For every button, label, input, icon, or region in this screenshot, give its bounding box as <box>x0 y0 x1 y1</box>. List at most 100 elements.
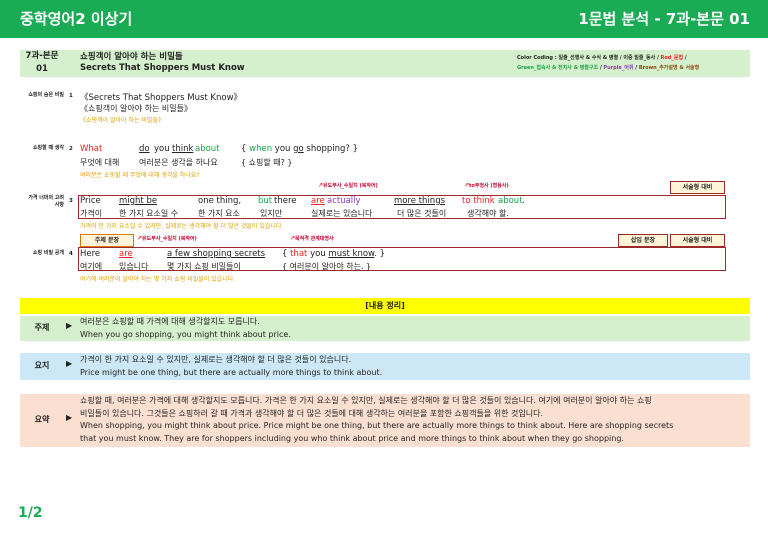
lesson-label: 7과-본문 01 <box>20 50 64 76</box>
gist-english: Price might be one thing, but there are … <box>80 367 383 377</box>
header-title-left: 중학영어2 이상기 <box>20 10 133 28</box>
title-english: Secrets That Shoppers Must Know <box>80 63 245 73</box>
korean-chunk: 한 가지 요소일 수 <box>119 209 179 218</box>
gist-label: 요지 <box>34 361 50 370</box>
korean-chunk: 몇 가지 쇼핑 비밀들이 <box>167 262 241 271</box>
label-line: 가격 너머의 고려 <box>28 195 64 201</box>
section-label-1: 쇼핑의 숨은 비밀 <box>28 92 64 98</box>
brace-open: { <box>241 144 250 154</box>
korean-chunk: 실제로는 있습니다 <box>311 209 373 218</box>
summary-topic-box: 주제 ▶ 여러분은 쇼핑할 때 가격에 대해 생각할지도 모릅니다. When … <box>20 316 750 341</box>
note-text: 목적격 관계대명사 <box>295 236 334 242</box>
gist-text: 가격이 한 가지 요소일 수 있지만, 실제로는 생각해야 할 더 많은 것들이… <box>80 354 382 379</box>
header-title-right: 1문법 분석 - 7과-본문 01 <box>578 10 750 28</box>
grammar-note-3: ↗유도부사_수일치 (복작어) <box>137 235 197 242</box>
note-text: 유도부사_수일치 (복작어) <box>323 183 378 189</box>
clause-that: { that you must know. } <box>282 249 385 259</box>
brace-close: . } <box>374 249 386 259</box>
abstract-english-2: that you must know. They are for shopper… <box>80 433 624 443</box>
word-more-things: more things <box>394 196 446 206</box>
sentence-number-2: 2 <box>69 146 73 152</box>
lesson-line1: 7과-본문 <box>25 51 59 61</box>
clause-when: { when you go shopping? } <box>241 144 358 154</box>
legend-green: Green_접속사 & 전치사 & 병렬구조 <box>517 65 599 71</box>
word-shopping: shopping? } <box>303 144 359 154</box>
topic-korean: 여러분은 쇼핑할 때 가격에 대해 생각할지도 모릅니다. <box>80 317 260 326</box>
word-you: you <box>272 144 294 154</box>
word-you: you <box>154 144 170 154</box>
word-about: about <box>195 144 220 154</box>
sentence-2-korean-3: { 쇼핑할 때? } <box>241 158 293 167</box>
summary-heading: [내용 정리] <box>20 298 750 314</box>
legend-purple: Purple_어휘 <box>603 65 634 71</box>
topic-text: 여러분은 쇼핑할 때 가격에 대해 생각할지도 모릅니다. When you g… <box>80 316 291 341</box>
word-think: think <box>172 144 194 154</box>
legend-text: Color Coding : 일출_선행사 & 수식 & 병렬 / 이중 밑줄_… <box>517 55 661 61</box>
lesson-line2: 01 <box>36 64 48 74</box>
title-korean: 쇼핑객이 알아야 하는 비밀들 <box>80 52 183 62</box>
sentence-4-translation: 여기에 여러분이 알아야 하는 몇 가지 쇼핑 비밀들이 있습니다. <box>80 276 236 283</box>
word-period: . <box>522 196 525 206</box>
word-do: do <box>139 144 150 154</box>
section-label-3: 가격 너머의 고려 사항 <box>20 195 64 209</box>
word-you: you <box>307 249 329 259</box>
abstract-label: 요약 <box>34 415 50 424</box>
word-there: there <box>274 196 297 206</box>
word-are: are <box>311 196 325 206</box>
abstract-korean-1: 쇼핑할 때, 여러분은 가격에 대해 생각할지도 모릅니다. 가격은 한 가지 … <box>80 396 652 405</box>
topic-label: 주제 <box>34 323 50 332</box>
sentence-number-3: 3 <box>69 198 73 204</box>
triangle-right-icon: ▶ <box>66 321 73 330</box>
korean-chunk: 있지만 <box>260 209 283 218</box>
topic-sentence-tag: 주제 문장 <box>80 234 134 247</box>
word-might-be: might be <box>119 196 158 206</box>
word-to-think: to think <box>462 196 495 206</box>
word-but: but <box>258 196 273 206</box>
label-line: 사항 <box>54 202 64 208</box>
grammar-note-4: ↗목적격 관계대명사 <box>290 235 334 242</box>
sentence-1-korean: 《쇼핑객이 알아야 하는 비밀들》 <box>80 104 192 113</box>
word-are: are <box>119 249 133 259</box>
abstract-korean-2: 비밀들이 있습니다. 그것들은 쇼핑하러 갈 때 가격과 생각해야 할 더 많은… <box>80 408 544 418</box>
word-actually: actually <box>327 196 361 206</box>
sentence-1-translation: 《쇼핑객이 알아야 하는 비밀들》 <box>80 117 164 124</box>
summary-abstract-box: 요약 ▶ 쇼핑할 때, 여러분은 가격에 대해 생각할지도 모릅니다. 가격은 … <box>20 394 750 447</box>
section-label-2: 쇼핑할 때 생각 <box>32 145 64 151</box>
grammar-note-1: ↗유도부사_수일치 (복작어) <box>318 182 378 189</box>
korean-chunk: 여기에 <box>80 262 103 271</box>
section-label-4: 쇼핑 비밀 공개 <box>32 250 64 256</box>
word-must-know: must know <box>328 249 375 259</box>
word-go: go <box>293 144 304 154</box>
essay-prep-tag-1: 서술형 대비 <box>670 181 725 194</box>
page-number: 1/2 <box>18 505 43 521</box>
abstract-english-1: When shopping, you might think about pri… <box>80 421 674 430</box>
word-here: Here <box>80 249 101 259</box>
korean-chunk: 생각해야 할. <box>467 209 509 218</box>
gist-korean: 가격이 한 가지 요소일 수 있지만, 실제로는 생각해야 할 더 많은 것들이… <box>80 355 352 364</box>
sentence-2-korean-2: 여러분은 생각을 하나요 <box>139 158 218 167</box>
sentence-1-english: 《Secrets That Shoppers Must Know》 <box>80 93 243 103</box>
abstract-text: 쇼핑할 때, 여러분은 가격에 대해 생각할지도 모릅니다. 가격은 한 가지 … <box>80 395 748 445</box>
word-one-thing: one thing, <box>198 196 242 206</box>
word-when: when <box>249 144 273 154</box>
korean-chunk: 가격이 <box>80 209 103 218</box>
note-text: to부정사 (형용사) <box>469 183 509 189</box>
legend-text-end: / <box>683 55 687 61</box>
sentence-number-1: 1 <box>69 93 73 99</box>
sentence-number-4: 4 <box>69 251 73 257</box>
korean-chunk: 있습니다 <box>119 262 149 271</box>
word-secrets: a few shopping secrets <box>167 249 266 259</box>
word-that: that <box>290 249 308 259</box>
legend-line1: Color Coding : 일출_선행사 & 수식 & 병렬 / 이중 밑줄_… <box>517 54 687 61</box>
word-about: about <box>498 196 523 206</box>
grammar-note-2: ↗to부정사 (형용사) <box>464 182 509 189</box>
legend-line2: Green_접속사 & 전치사 & 병렬구조 / Purple_어휘 / Bro… <box>517 64 699 71</box>
legend-brown: Brown_추가설명 & 서술형 <box>638 65 700 71</box>
triangle-right-icon: ▶ <box>66 413 73 422</box>
triangle-right-icon: ▶ <box>66 359 73 368</box>
korean-chunk: { 여러분이 알아야 하는. } <box>282 262 372 271</box>
brace-open: { <box>282 249 291 259</box>
legend-red: Red_문법 <box>660 55 684 61</box>
word-what: What <box>80 144 103 154</box>
note-text: 유도부사_수일치 (복작어) <box>142 236 197 242</box>
